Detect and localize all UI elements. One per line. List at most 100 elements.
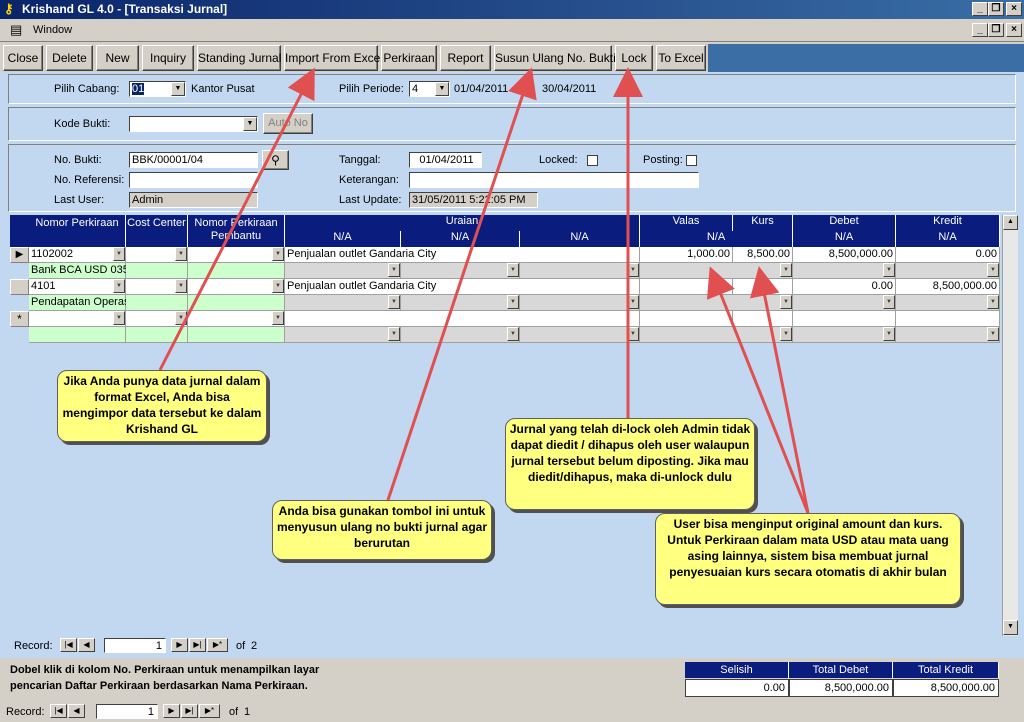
chevron-down-icon[interactable]: ▼ [987,327,999,341]
table-cell-pembantu[interactable]: ▼ [188,247,285,263]
chevron-down-icon[interactable]: ▼ [113,311,125,325]
table-cell-valas[interactable] [640,279,733,295]
first-record-icon[interactable]: |◀ [50,704,67,718]
periode-select[interactable]: 4 ▼ [409,81,450,97]
chevron-down-icon[interactable]: ▼ [627,295,639,309]
table-cell-cost-center[interactable]: ▼ [126,279,188,295]
scroll-down-icon[interactable]: ▼ [1003,620,1018,635]
table-cell-uraian[interactable]: Penjualan outlet Gandaria City [285,247,640,263]
table-cell-pembantu[interactable]: ▼ [188,279,285,295]
table-cell-na[interactable]: ▼ [285,295,401,311]
chevron-down-icon[interactable]: ▼ [883,295,895,309]
close-button[interactable]: Close [3,45,43,71]
scroll-up-icon[interactable]: ▲ [1003,215,1018,230]
record-selector[interactable] [10,279,29,295]
cabang-select[interactable]: 01 ▼ [129,81,186,97]
table-cell-na[interactable]: ▼ [793,327,896,343]
table-cell-cost-center-new[interactable]: ▼ [126,311,188,327]
table-cell-valas[interactable]: 1,000.00 [640,247,733,263]
prev-record-icon[interactable]: ◀ [78,638,95,652]
susun-ulang-button[interactable]: Susun Ulang No. Bukti [494,45,616,71]
kode-bukti-select[interactable]: ▼ [129,116,258,132]
chevron-down-icon[interactable]: ▼ [272,247,284,261]
table-cell-na[interactable]: ▼ [640,263,793,279]
last-record-icon[interactable]: ▶| [189,638,206,652]
table-cell-uraian-new[interactable] [285,311,640,327]
chevron-down-icon[interactable]: ▼ [780,327,792,341]
new-record-nav-icon[interactable]: ▶* [207,638,228,652]
delete-button[interactable]: Delete [46,45,93,71]
table-cell-uraian[interactable]: Penjualan outlet Gandaria City [285,279,640,295]
chevron-down-icon[interactable]: ▼ [883,327,895,341]
table-cell-valas-new[interactable] [640,311,733,327]
standing-jurnal-button[interactable]: Standing Jurnal [197,45,281,71]
table-cell-kredit-new[interactable] [896,311,1000,327]
first-record-icon[interactable]: |◀ [60,638,77,652]
table-cell-na[interactable]: ▼ [285,263,401,279]
chevron-down-icon[interactable]: ▼ [272,279,284,293]
table-cell-na[interactable]: ▼ [520,263,640,279]
import-from-excel-button[interactable]: Import From Excel [284,45,383,71]
table-cell-na[interactable]: ▼ [401,327,520,343]
table-cell-na[interactable]: ▼ [401,295,520,311]
table-cell-kurs[interactable] [733,279,793,295]
close-icon[interactable]: × [1006,2,1022,16]
chevron-down-icon[interactable]: ▼ [175,247,187,261]
to-excel-button[interactable]: To Excel [656,45,706,71]
table-cell-kredit[interactable]: 0.00 [896,247,1000,263]
chevron-down-icon[interactable]: ▼ [507,263,519,277]
table-cell-cost-center[interactable]: ▼ [126,247,188,263]
table-cell-na[interactable]: ▼ [793,263,896,279]
chevron-down-icon[interactable]: ▼ [627,327,639,341]
table-cell-akun-new[interactable]: ▼ [29,311,126,327]
chevron-down-icon[interactable]: ▼ [388,295,400,309]
table-cell-na[interactable]: ▼ [401,263,520,279]
chevron-down-icon[interactable]: ▼ [272,311,284,325]
table-cell-kurs-new[interactable] [733,311,793,327]
table-cell-na[interactable]: ▼ [896,263,1000,279]
chevron-down-icon[interactable]: ▼ [243,117,257,131]
table-cell-akun[interactable]: 1102002 ▼ [29,247,126,263]
new-button[interactable]: New [96,45,139,71]
record-selector-icon[interactable]: ▶ [10,247,29,263]
chevron-down-icon[interactable]: ▼ [627,263,639,277]
chevron-down-icon[interactable]: ▼ [113,279,125,293]
no-referensi-field[interactable] [129,172,258,188]
chevron-down-icon[interactable]: ▼ [507,295,519,309]
chevron-down-icon[interactable]: ▼ [987,295,999,309]
search-icon[interactable]: ⚲ [262,150,289,170]
chevron-down-icon[interactable]: ▼ [175,311,187,325]
table-cell-na[interactable]: ▼ [640,327,793,343]
menu-window[interactable]: Window [33,24,72,36]
chevron-down-icon[interactable]: ▼ [113,247,125,261]
new-record-nav-icon[interactable]: ▶* [199,704,220,718]
table-cell-kurs[interactable]: 8,500.00 [733,247,793,263]
record-number-field[interactable]: 1 [104,638,166,653]
table-cell-kredit[interactable]: 8,500,000.00 [896,279,1000,295]
posting-checkbox[interactable] [686,155,697,166]
table-cell-na[interactable]: ▼ [793,295,896,311]
child-close-icon[interactable]: × [1006,23,1022,37]
chevron-down-icon[interactable]: ▼ [507,327,519,341]
minimize-icon[interactable]: _ [972,2,988,16]
next-record-icon[interactable]: ▶ [163,704,180,718]
tanggal-field[interactable]: 01/04/2011 [409,152,482,168]
keterangan-field[interactable] [409,172,699,188]
table-cell-pembantu-new[interactable]: ▼ [188,311,285,327]
chevron-down-icon[interactable]: ▼ [435,82,449,96]
table-cell-na[interactable]: ▼ [640,295,793,311]
chevron-down-icon[interactable]: ▼ [883,263,895,277]
chevron-down-icon[interactable]: ▼ [987,263,999,277]
vertical-scrollbar[interactable]: ▲ ▼ [1002,215,1018,636]
no-bukti-field[interactable]: BBK/00001/04 [129,152,258,168]
auto-no-button[interactable]: Auto No [263,113,313,134]
table-cell-debet-new[interactable] [793,311,896,327]
prev-record-icon[interactable]: ◀ [68,704,85,718]
chevron-down-icon[interactable]: ▼ [388,263,400,277]
table-cell-na[interactable]: ▼ [285,327,401,343]
report-button[interactable]: Report [440,45,491,71]
table-cell-debet[interactable]: 8,500,000.00 [793,247,896,263]
table-cell-na[interactable]: ▼ [896,327,1000,343]
table-cell-na[interactable]: ▼ [520,295,640,311]
child-minimize-icon[interactable]: _ [972,23,988,37]
